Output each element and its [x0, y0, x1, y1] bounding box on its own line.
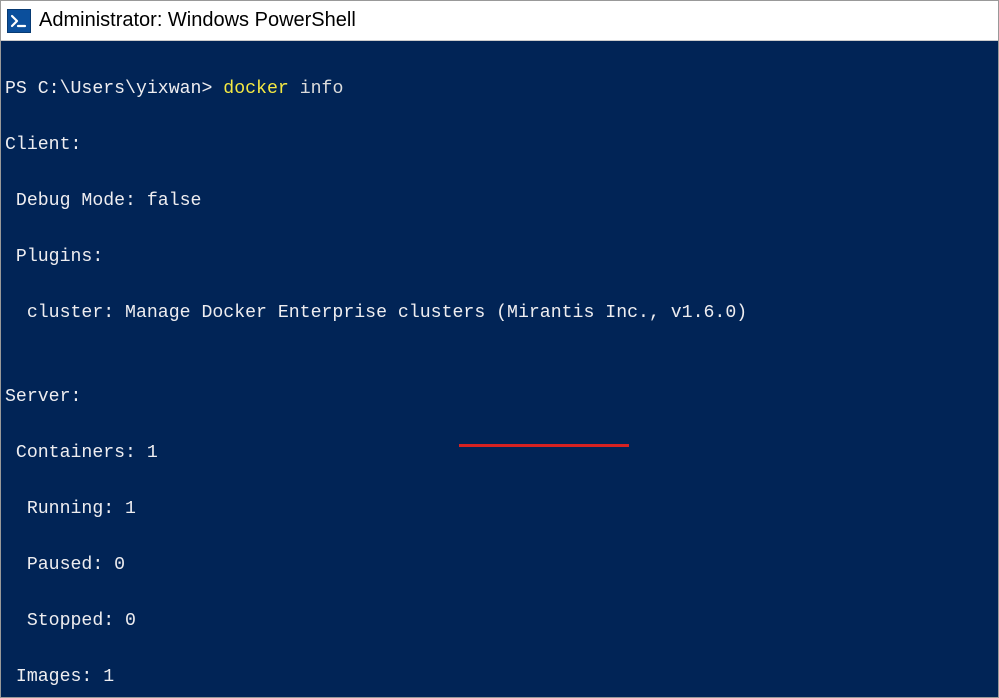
output-line: Images: 1: [5, 663, 994, 691]
window-title: Administrator: Windows PowerShell: [39, 9, 356, 32]
powershell-icon: [7, 9, 31, 33]
prompt-line: PS C:\Users\yixwan> docker info: [5, 75, 994, 103]
output-line: Debug Mode: false: [5, 187, 994, 215]
output-line: Plugins:: [5, 243, 994, 271]
output-line: Paused: 0: [5, 551, 994, 579]
command: docker: [223, 79, 289, 99]
powershell-window: Administrator: Windows PowerShell PS C:\…: [0, 0, 999, 698]
output-line: Client:: [5, 131, 994, 159]
command-args: info: [300, 79, 344, 99]
titlebar[interactable]: Administrator: Windows PowerShell: [1, 1, 998, 41]
output-line: cluster: Manage Docker Enterprise cluste…: [5, 299, 994, 327]
output-line: Stopped: 0: [5, 607, 994, 635]
annotation-underline: [459, 444, 629, 447]
prompt-path: PS C:\Users\yixwan>: [5, 79, 212, 99]
terminal-output[interactable]: PS C:\Users\yixwan> docker info Client: …: [1, 41, 998, 697]
output-line: Server:: [5, 383, 994, 411]
output-line: Running: 1: [5, 495, 994, 523]
